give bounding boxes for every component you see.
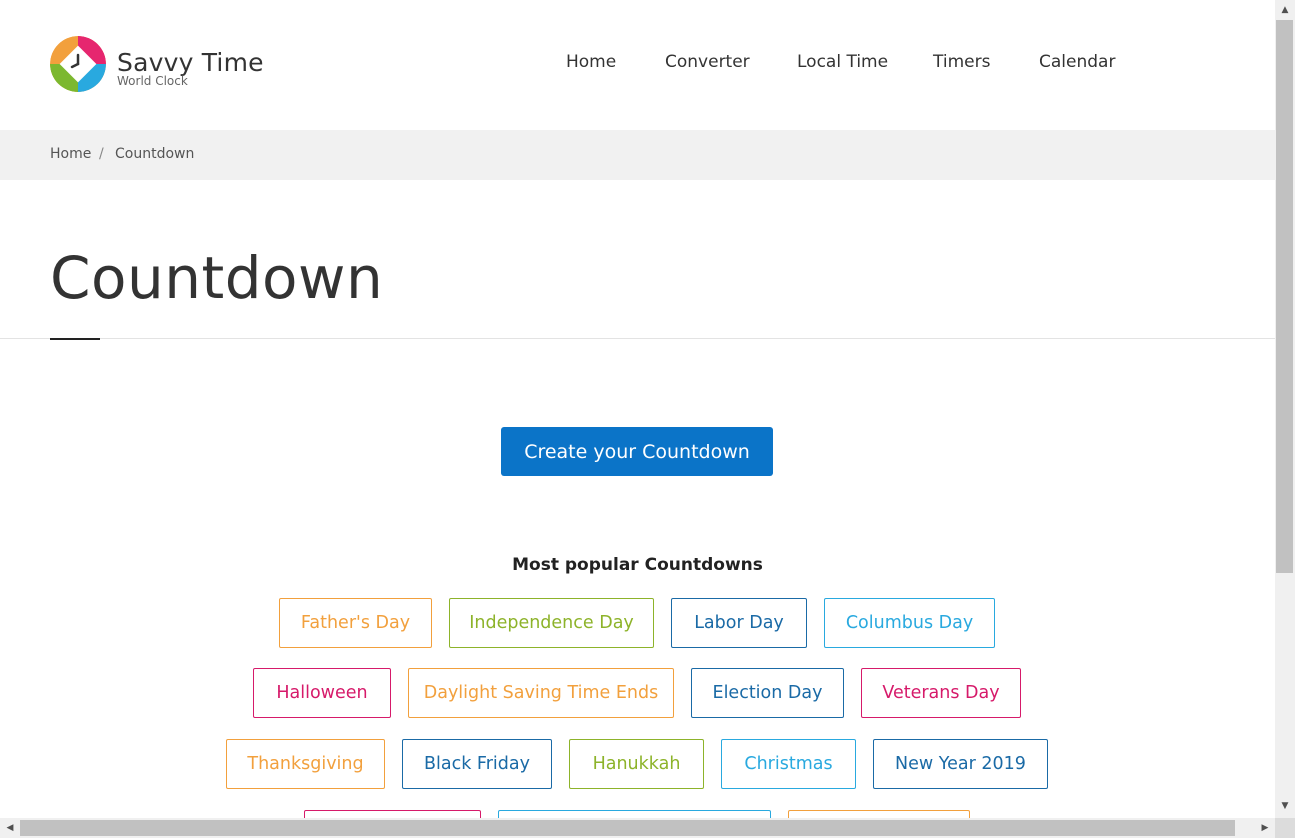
popular-countdown-chip[interactable]: Labor Day: [671, 598, 807, 648]
page-viewport: Savvy Time World Clock Home Converter Lo…: [0, 0, 1275, 818]
scrollbar-corner: [1275, 818, 1295, 838]
nav-calendar[interactable]: Calendar: [1039, 52, 1115, 72]
popular-countdown-chip[interactable]: Christmas: [721, 739, 856, 789]
popular-countdown-chip[interactable]: Election Day: [691, 668, 844, 718]
popular-countdown-chip[interactable]: Hanukkah: [569, 739, 704, 789]
popular-countdown-chip[interactable]: [304, 810, 481, 818]
breadcrumb-home[interactable]: Home: [50, 146, 91, 162]
title-divider: [0, 338, 1275, 339]
scroll-right-arrow-icon[interactable]: ▶: [1257, 818, 1273, 838]
scroll-down-arrow-icon[interactable]: ▼: [1275, 798, 1295, 814]
title-underline: [50, 338, 100, 340]
brand-name[interactable]: Savvy Time: [117, 48, 264, 77]
brand-subtitle: World Clock: [117, 74, 188, 88]
create-countdown-button[interactable]: Create your Countdown: [501, 427, 773, 476]
nav-home[interactable]: Home: [566, 52, 616, 72]
popular-countdowns-heading: Most popular Countdowns: [512, 555, 763, 575]
popular-countdown-chip[interactable]: Halloween: [253, 668, 391, 718]
nav-converter[interactable]: Converter: [665, 52, 750, 72]
popular-countdown-chip[interactable]: Independence Day: [449, 598, 654, 648]
popular-countdown-chip[interactable]: Veterans Day: [861, 668, 1021, 718]
popular-countdown-chip[interactable]: Columbus Day: [824, 598, 995, 648]
popular-countdown-chip[interactable]: [788, 810, 970, 818]
popular-countdown-chip[interactable]: Father's Day: [279, 598, 432, 648]
clock-icon[interactable]: [50, 36, 106, 92]
popular-countdown-chip[interactable]: Thanksgiving: [226, 739, 385, 789]
popular-countdown-chip[interactable]: Daylight Saving Time Ends: [408, 668, 674, 718]
popular-countdown-chip[interactable]: Black Friday: [402, 739, 552, 789]
popular-countdown-chip[interactable]: [498, 810, 771, 818]
breadcrumb-current: Countdown: [115, 146, 195, 162]
site-header: Savvy Time World Clock Home Converter Lo…: [0, 0, 1275, 130]
horizontal-scroll-thumb[interactable]: [20, 820, 1235, 836]
breadcrumb-separator: /: [99, 146, 104, 162]
breadcrumb: Home / Countdown: [0, 130, 1275, 180]
scroll-left-arrow-icon[interactable]: ◀: [2, 818, 18, 838]
page-title: Countdown: [50, 244, 384, 312]
scroll-up-arrow-icon[interactable]: ▲: [1275, 2, 1295, 18]
vertical-scroll-thumb[interactable]: [1276, 20, 1293, 573]
popular-countdown-chip[interactable]: New Year 2019: [873, 739, 1048, 789]
nav-timers[interactable]: Timers: [933, 52, 990, 72]
nav-local-time[interactable]: Local Time: [797, 52, 888, 72]
